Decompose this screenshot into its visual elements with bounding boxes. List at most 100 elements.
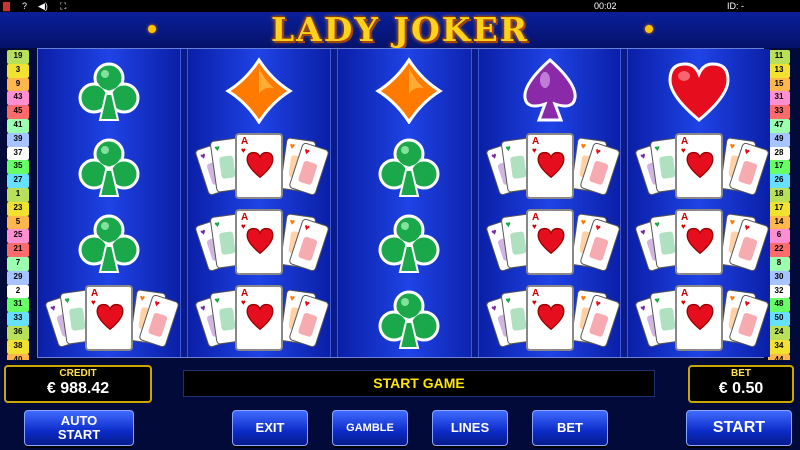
flag-icon[interactable]: ▇ — [3, 0, 10, 12]
payline-number: 49 — [768, 132, 790, 147]
payline-number: 34 — [768, 339, 790, 354]
payline-number: 14 — [768, 215, 790, 230]
diamond-icon — [375, 56, 443, 124]
reel-symbol — [39, 129, 179, 202]
payline-number: 6 — [768, 229, 790, 244]
payline-number: 1 — [7, 187, 29, 202]
payline-number: 9 — [7, 77, 29, 92]
reel-symbol: ♥ ♥ ♥ ♥ A ♥ — [629, 205, 770, 278]
payline-number: 33 — [7, 312, 29, 326]
reel-symbol — [339, 205, 479, 278]
help-icon[interactable]: ? — [22, 0, 27, 12]
payline-number: 19 — [7, 50, 29, 64]
spade-icon — [523, 57, 577, 121]
gamble-button[interactable]: GAMBLE — [332, 410, 408, 446]
payline-indicators-right: 11 13 15 31 33 47 49 28 17 26 18 17 14 6 22 8 30 32 48 50 24… — [768, 50, 790, 395]
bet-label: BET — [731, 368, 751, 379]
payline-number: 27 — [7, 174, 29, 188]
auto-start-button[interactable]: AUTO START — [24, 410, 134, 446]
reel-symbol: ♥ ♥ ♥ ♥ A ♥ — [189, 205, 330, 278]
cards-fan-icon: ♥ ♥ ♥ ♥ A ♥ — [194, 131, 330, 201]
reel-symbol: ♥ ♥ ♥ ♥ A ♥ — [629, 129, 770, 202]
payline-number: 48 — [768, 298, 790, 313]
cards-fan-icon: ♥ ♥ ♥ ♥ A ♥ — [485, 131, 621, 201]
credit-value: € 988.42 — [46, 380, 110, 397]
cards-fan-icon: ♥ ♥ ♥ ♥ A ♥ — [634, 131, 770, 201]
payline-number: 5 — [7, 215, 29, 230]
payline-number: 45 — [7, 105, 29, 119]
club-icon — [378, 290, 440, 349]
reel-area: ♥ ♥ ♥ ♥ A ♥ ♥ ♥ ♥ ♥ A ♥ ♥ ♥ ♥ ♥ A ♥ ♥ ♥ … — [37, 48, 770, 358]
payline-number: 50 — [768, 312, 790, 326]
start-button[interactable]: START — [686, 410, 792, 446]
credit-display: CREDIT € 988.42 — [4, 365, 152, 403]
payline-number: 43 — [7, 91, 29, 106]
payline-number: 26 — [768, 174, 790, 188]
payline-number: 23 — [7, 201, 29, 216]
reel-separator — [620, 49, 628, 357]
reel-symbol — [629, 53, 769, 126]
payline-number: 3 — [7, 63, 29, 78]
payline-number: 7 — [7, 256, 29, 271]
reel-symbol — [339, 129, 479, 202]
payline-number: 36 — [7, 325, 29, 340]
payline-number: 31 — [768, 91, 790, 106]
payline-number: 2 — [7, 284, 29, 299]
clock-text: 00:02 — [594, 1, 617, 11]
reel-symbol — [189, 53, 329, 126]
payline-number: 25 — [7, 229, 29, 244]
diamond-icon — [225, 56, 293, 124]
cards-fan-icon: ♥ ♥ ♥ ♥ A ♥ — [44, 283, 180, 353]
payline-number: 31 — [7, 298, 29, 313]
payline-number: 17 — [768, 201, 790, 216]
reel-symbol: ♥ ♥ ♥ ♥ A ♥ — [480, 129, 621, 202]
reel-symbol — [339, 281, 479, 354]
payline-number: 33 — [768, 105, 790, 119]
reel-symbol — [39, 53, 179, 126]
cards-fan-icon: ♥ ♥ ♥ ♥ A ♥ — [485, 207, 621, 277]
reel-symbol — [39, 205, 179, 278]
cards-fan-icon: ♥ ♥ ♥ ♥ A ♥ — [194, 283, 330, 353]
club-icon — [78, 214, 140, 273]
payline-number: 15 — [768, 77, 790, 92]
payline-number: 47 — [768, 118, 790, 133]
reel-separator — [180, 49, 188, 357]
payline-number: 39 — [7, 132, 29, 147]
game-title: LADY JOKER — [270, 10, 530, 49]
id-text: ID: - — [727, 1, 744, 11]
club-icon — [78, 62, 140, 121]
lines-button[interactable]: LINES — [432, 410, 508, 446]
payline-number: 29 — [7, 270, 29, 285]
payline-number: 28 — [768, 146, 790, 161]
cards-fan-icon: ♥ ♥ ♥ ♥ A ♥ — [194, 207, 330, 277]
payline-number: 11 — [768, 50, 790, 64]
payline-number: 18 — [768, 187, 790, 202]
club-icon — [378, 214, 440, 273]
reel-separator — [330, 49, 338, 357]
reel-symbol: ♥ ♥ ♥ ♥ A ♥ — [189, 129, 330, 202]
payline-number: 17 — [768, 160, 790, 175]
bet-display: BET € 0.50 — [688, 365, 794, 403]
payline-number: 24 — [768, 325, 790, 340]
exit-button[interactable]: EXIT — [232, 410, 308, 446]
payline-number: 38 — [7, 339, 29, 354]
payline-number: 37 — [7, 146, 29, 161]
bet-value: € 0.50 — [718, 380, 764, 397]
payline-number: 8 — [768, 256, 790, 271]
bet-button[interactable]: BET — [532, 410, 608, 446]
message-display: START GAME — [183, 370, 655, 397]
payline-number: 32 — [768, 284, 790, 299]
payline-number: 22 — [768, 243, 790, 257]
reel-symbol: ♥ ♥ ♥ ♥ A ♥ — [480, 205, 621, 278]
reel-symbol: ♥ ♥ ♥ ♥ A ♥ — [480, 281, 621, 354]
payline-number: 35 — [7, 160, 29, 175]
club-icon — [378, 138, 440, 197]
reel-symbol: ♥ ♥ ♥ ♥ A ♥ — [189, 281, 330, 354]
reel-symbol — [480, 53, 620, 126]
credit-label: CREDIT — [59, 368, 97, 379]
club-icon — [78, 138, 140, 197]
speaker-icon[interactable]: ◀) — [38, 0, 48, 12]
payline-number: 30 — [768, 270, 790, 285]
cards-fan-icon: ♥ ♥ ♥ ♥ A ♥ — [634, 283, 770, 353]
fullscreen-icon[interactable]: ⛶ — [60, 0, 66, 12]
